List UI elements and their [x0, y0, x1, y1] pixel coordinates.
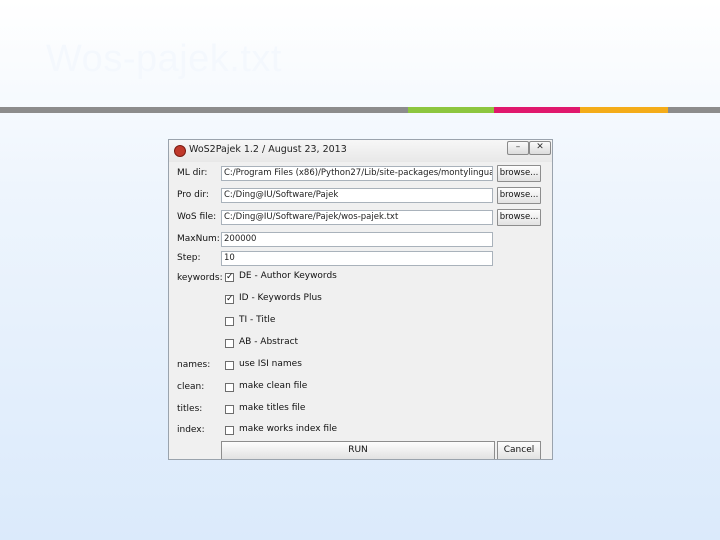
minimize-button[interactable]: – — [507, 141, 529, 155]
maxnum-label: MaxNum: — [177, 234, 220, 244]
wos-file-browse-button[interactable]: browse... — [497, 209, 541, 226]
titles-label: titles: — [177, 404, 203, 414]
pro-dir-field[interactable]: C:/Ding@IU/Software/Pajek — [221, 188, 493, 203]
window-titlebar: WoS2Pajek 1.2 / August 23, 2013 – ✕ — [169, 140, 552, 162]
clean-label: clean: — [177, 382, 205, 392]
checkbox-make-clean-file[interactable] — [225, 383, 234, 392]
checkbox-ti[interactable] — [225, 317, 234, 326]
ml-dir-field[interactable]: C:/Program Files (x86)/Python27/Lib/site… — [221, 166, 493, 181]
wos-file-label: WoS file: — [177, 212, 217, 222]
checkbox-use-isi-names[interactable] — [225, 361, 234, 370]
accent-stripe-green — [408, 107, 494, 113]
checkbox-de[interactable]: ✓ — [225, 273, 234, 282]
wos2pajek-window: WoS2Pajek 1.2 / August 23, 2013 – ✕ ML d… — [168, 139, 553, 460]
ml-dir-browse-button[interactable]: browse... — [497, 165, 541, 182]
keyword-option-id-label: ID - Keywords Plus — [239, 293, 322, 303]
accent-stripe-magenta — [494, 107, 580, 113]
app-icon — [174, 145, 186, 157]
keyword-option-ab-label: AB - Abstract — [239, 337, 299, 347]
maxnum-field[interactable]: 200000 — [221, 232, 493, 247]
slide-title: Wos-pajek.txt — [46, 38, 282, 80]
keyword-option-de-label: DE - Author Keywords — [239, 271, 337, 281]
step-label: Step: — [177, 253, 201, 263]
make-clean-file-label: make clean file — [239, 381, 308, 391]
accent-stripe-orange — [580, 107, 668, 113]
checkbox-ab[interactable] — [225, 339, 234, 348]
run-button[interactable]: RUN — [221, 441, 495, 459]
step-field[interactable]: 10 — [221, 251, 493, 266]
keyword-option-ti-label: TI - Title — [239, 315, 276, 325]
window-title: WoS2Pajek 1.2 / August 23, 2013 — [189, 144, 347, 155]
checkbox-id[interactable]: ✓ — [225, 295, 234, 304]
checkbox-make-titles-file[interactable] — [225, 405, 234, 414]
index-label: index: — [177, 425, 205, 435]
cancel-button[interactable]: Cancel — [497, 441, 541, 459]
close-button[interactable]: ✕ — [529, 141, 551, 155]
ml-dir-label: ML dir: — [177, 168, 208, 178]
checkbox-make-works-index-file[interactable] — [225, 426, 234, 435]
names-label: names: — [177, 360, 211, 370]
use-isi-names-label: use ISI names — [239, 359, 302, 369]
pro-dir-label: Pro dir: — [177, 190, 209, 200]
pro-dir-browse-button[interactable]: browse... — [497, 187, 541, 204]
wos-file-field[interactable]: C:/Ding@IU/Software/Pajek/wos-pajek.txt — [221, 210, 493, 225]
make-works-index-file-label: make works index file — [239, 424, 338, 434]
accent-stripe-gray-end — [668, 107, 720, 113]
accent-stripe-gray — [0, 107, 408, 113]
keywords-label: keywords: — [177, 273, 223, 283]
make-titles-file-label: make titles file — [239, 403, 306, 413]
